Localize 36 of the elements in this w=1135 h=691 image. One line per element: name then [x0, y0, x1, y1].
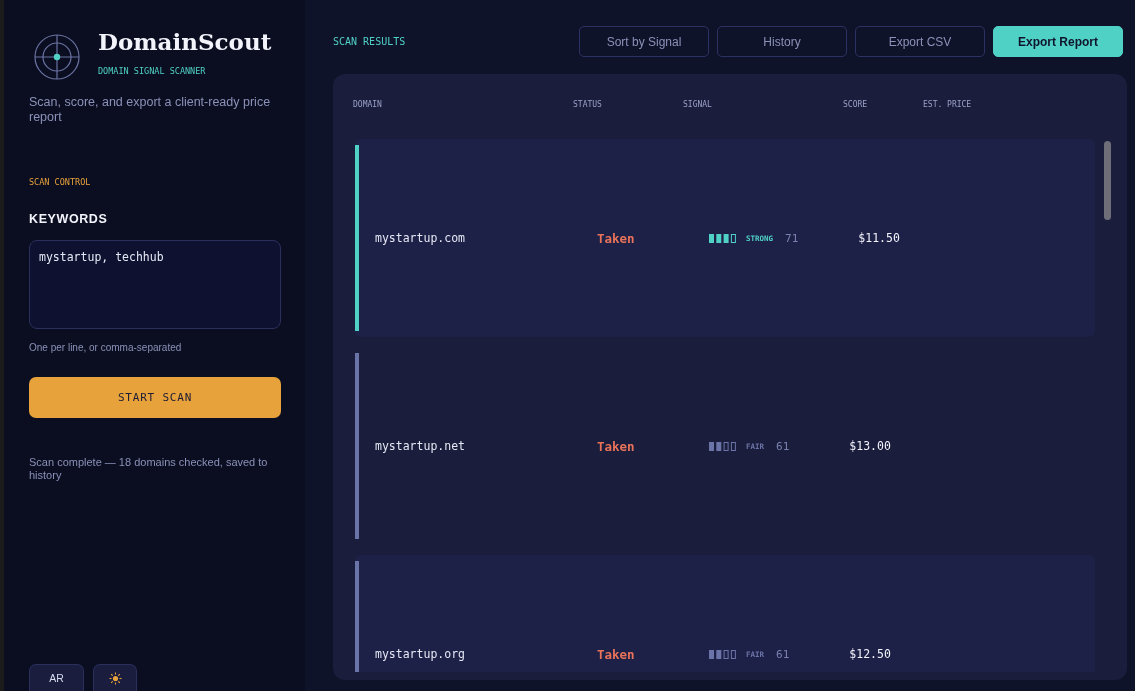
action-button[interactable]: Sort by Signal	[579, 26, 709, 57]
section-label: SCAN CONTROL	[29, 176, 91, 188]
primary-action-button[interactable]: Export Report	[993, 26, 1123, 57]
domain-name: mystartup.com	[375, 231, 466, 245]
price-value: $13.00	[849, 439, 891, 453]
status-text: Taken	[597, 646, 636, 662]
column-header: STATUS	[573, 100, 602, 110]
tagline: Scan, score, and export a client-ready price report	[29, 95, 272, 125]
status-message: Scan complete — 18 domains checked, saved to history	[29, 456, 269, 482]
score-value: 61	[776, 439, 790, 453]
app-subtitle: DOMAIN SIGNAL SCANNER	[98, 65, 206, 77]
price-value: $12.50	[849, 647, 891, 661]
field-hint: One per line, or comma-separated	[29, 341, 182, 354]
price-value: $11.50	[858, 231, 900, 245]
status-text: Taken	[597, 230, 636, 246]
score-value: 61	[776, 647, 790, 661]
section-title: SCAN RESULTS	[333, 36, 406, 47]
column-header: DOMAIN	[353, 100, 382, 110]
language-button[interactable]: AR	[29, 664, 84, 691]
column-header: EST. PRICE	[923, 100, 972, 110]
score-value: 71	[785, 231, 799, 245]
sun-icon	[108, 671, 122, 685]
domain-name: mystartup.net	[375, 439, 466, 453]
start-scan-button[interactable]: START SCAN	[29, 377, 281, 418]
field-label: KEYWORDS	[29, 211, 108, 227]
domain-name: mystartup.org	[375, 647, 466, 661]
status-text: Taken	[597, 438, 636, 454]
app-title: DomainScout	[98, 28, 272, 56]
scrollbar-thumb[interactable]	[1104, 141, 1111, 220]
action-button[interactable]: History	[717, 26, 847, 57]
crosshair-logo-icon	[34, 34, 80, 80]
action-button[interactable]: Export CSV	[855, 26, 985, 57]
theme-toggle-button[interactable]	[93, 664, 137, 691]
keywords-field[interactable]: mystartup, techhub	[29, 240, 281, 329]
column-header: SCORE	[843, 100, 868, 110]
column-header: SIGNAL	[683, 100, 712, 110]
